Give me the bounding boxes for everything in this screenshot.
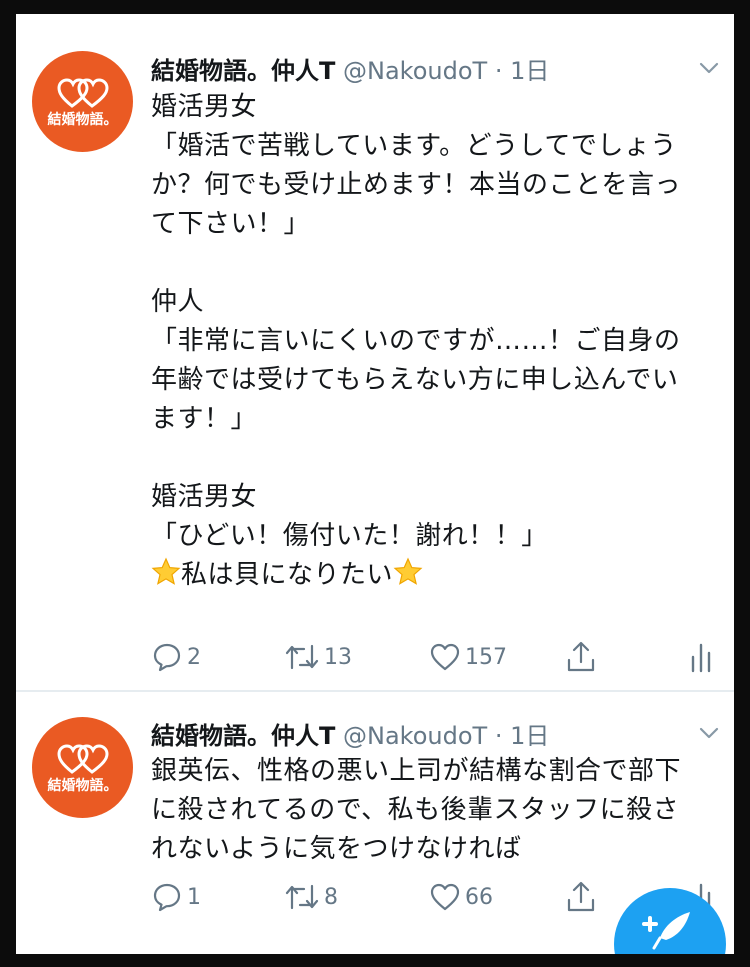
share-button[interactable] [565, 879, 597, 915]
closing-line: 私は貝になりたい [181, 560, 394, 590]
retweet-count: 8 [324, 884, 338, 910]
star-emoji-icon [151, 557, 181, 585]
author-handle[interactable]: @NakoudoT [343, 722, 487, 750]
like-button[interactable]: 66 [429, 879, 493, 915]
retweet-icon [285, 884, 319, 910]
share-button[interactable] [565, 639, 597, 675]
compose-icon [642, 912, 690, 950]
avatar[interactable]: 結婚物語。 [32, 51, 133, 152]
chevron-down-icon[interactable] [698, 57, 720, 79]
like-button[interactable]: 157 [429, 639, 507, 675]
retweet-button[interactable]: 13 [284, 639, 352, 675]
tweet-header: 結婚物語。仲人T @NakoudoT · 1日 [151, 51, 549, 85]
retweet-count: 13 [324, 644, 352, 670]
author-name[interactable]: 結婚物語。仲人T [151, 57, 335, 85]
avatar[interactable]: 結婚物語。 [32, 717, 133, 818]
avatar-label: 結婚物語。 [47, 778, 118, 794]
tweet-actions: 2 13 157 [151, 639, 711, 675]
tweet-text: 銀英伝、性格の悪い上司が結構な割合で部下 に殺されてるので、私も後輩スタッフに殺… [151, 756, 682, 864]
reply-button[interactable]: 1 [151, 879, 201, 915]
double-heart-icon [57, 744, 109, 774]
retweet-icon [285, 644, 319, 670]
compose-button[interactable] [614, 888, 726, 954]
retweet-button[interactable]: 8 [284, 879, 338, 915]
avatar-label: 結婚物語。 [47, 112, 118, 128]
reply-button[interactable]: 2 [151, 639, 201, 675]
tweet-text: 婚活男女 「婚活で苦戦しています。どうしてでしょう か？何でも受け止めます！本当… [151, 88, 721, 595]
tweet-header: 結婚物語。仲人T @NakoudoT · 1日 [151, 716, 549, 750]
like-count: 157 [465, 644, 507, 670]
tweet-body: 婚活男女 「婚活で苦戦しています。どうしてでしょう か？何でも受け止めます！本当… [151, 92, 682, 551]
like-count: 66 [465, 884, 493, 910]
tweet[interactable]: 結婚物語。 結婚物語。仲人T @NakoudoT · 1日 婚活男女 「婚活で苦… [16, 14, 734, 690]
author-handle[interactable]: @NakoudoT [343, 57, 487, 85]
reply-icon [153, 643, 181, 672]
reply-count: 1 [187, 884, 201, 910]
analytics-icon [691, 643, 711, 673]
author-name[interactable]: 結婚物語。仲人T [151, 722, 335, 750]
heart-icon [430, 883, 460, 911]
tweet-time[interactable]: · 1日 [495, 57, 550, 85]
double-heart-icon [57, 78, 109, 108]
timeline: 結婚物語。 結婚物語。仲人T @NakoudoT · 1日 婚活男女 「婚活で苦… [16, 14, 734, 954]
tweet-time[interactable]: · 1日 [495, 722, 550, 750]
analytics-button[interactable] [689, 639, 713, 675]
star-emoji-icon [393, 557, 423, 585]
reply-icon [153, 883, 181, 912]
heart-icon [430, 643, 460, 671]
chevron-down-icon[interactable] [698, 722, 720, 744]
reply-count: 2 [187, 644, 201, 670]
share-icon [567, 881, 595, 912]
share-icon [567, 641, 595, 672]
